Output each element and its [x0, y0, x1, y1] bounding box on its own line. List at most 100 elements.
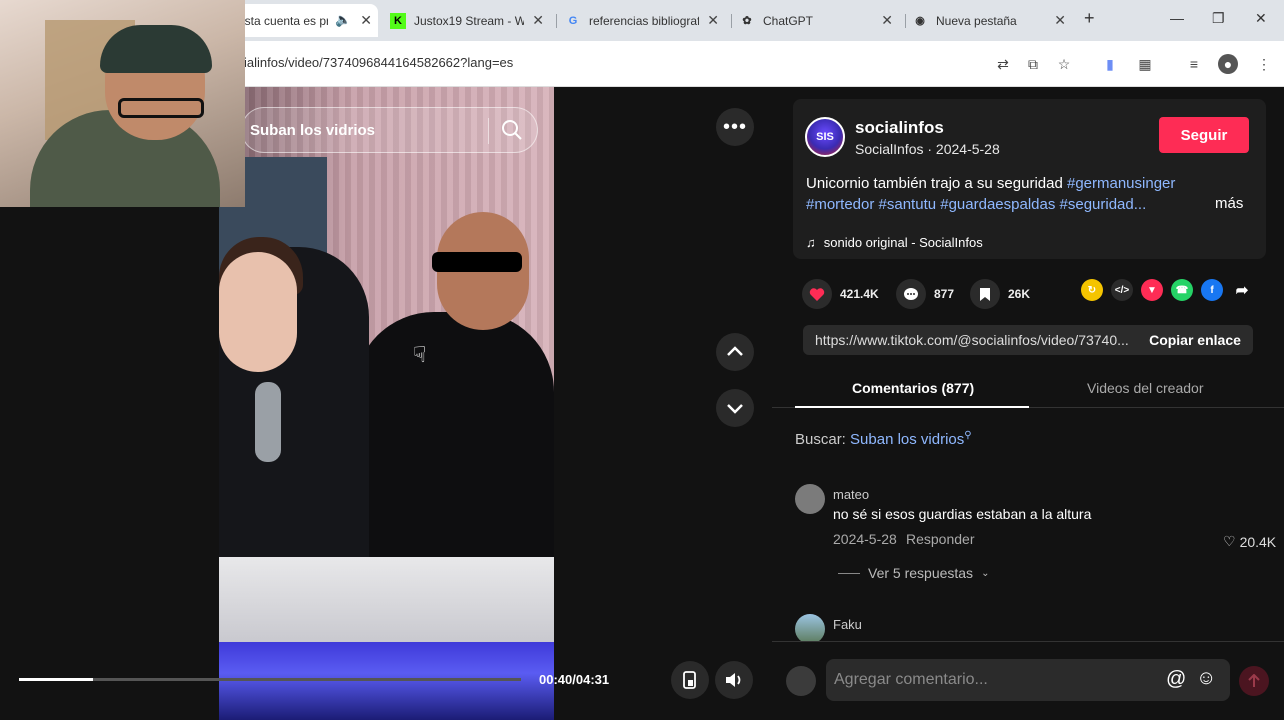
close-tab-icon[interactable]: ✕: [707, 12, 719, 29]
save-count: 26K: [1008, 287, 1031, 301]
my-avatar: [786, 666, 816, 696]
view-replies-label: Ver 5 respuestas: [868, 565, 974, 581]
comment-avatar[interactable]: [795, 484, 825, 514]
volume-icon: [726, 673, 741, 687]
volume-button[interactable]: [715, 661, 753, 699]
follow-button[interactable]: Seguir: [1159, 117, 1249, 153]
like-stat[interactable]: 421.4K: [802, 279, 879, 309]
next-video-button[interactable]: [716, 389, 754, 427]
video-player[interactable]: Suban los vidrios: [219, 87, 554, 720]
video-progress-bar[interactable]: [19, 678, 521, 681]
speaker-icon[interactable]: 🔈: [335, 12, 351, 28]
panel-tabs: Comentarios (877) Videos del creador: [772, 372, 1284, 408]
tab-title: Justox19 Stream - Wa: [414, 13, 524, 28]
cast-icon[interactable]: ⧉: [1023, 54, 1043, 74]
share-link-box: https://www.tiktok.com/@socialinfos/vide…: [803, 325, 1253, 355]
previous-video-button[interactable]: [716, 333, 754, 371]
send-friends-icon[interactable]: ▼: [1141, 279, 1163, 301]
bookmark-star-icon[interactable]: ☆: [1054, 54, 1074, 74]
like-count: 421.4K: [840, 287, 879, 301]
more-button[interactable]: más: [1215, 195, 1243, 212]
extensions-icon[interactable]: ▦: [1135, 54, 1155, 74]
menu-dots-icon[interactable]: ⋮: [1254, 54, 1274, 74]
hashtag-links[interactable]: #mortedor #santutu #guardaespaldas #segu…: [806, 196, 1146, 213]
tab-title: esta cuenta es pr: [238, 13, 328, 28]
hand-cursor-icon: ☟: [413, 342, 427, 367]
comment-author[interactable]: Faku: [833, 617, 862, 632]
mention-icon[interactable]: @: [1166, 668, 1186, 691]
tab-creator-videos[interactable]: Videos del creador: [1087, 380, 1203, 396]
active-tab-indicator: [795, 406, 1029, 408]
tab-chatgpt[interactable]: ✿ ChatGPT ✕: [739, 4, 899, 37]
profile-icon[interactable]: ●: [1218, 54, 1238, 74]
tab-tiktok[interactable]: esta cuenta es pr 🔈 ✕: [238, 4, 378, 37]
arrow-up-icon: [1248, 674, 1260, 687]
view-replies-button[interactable]: Ver 5 respuestas ⌄: [838, 565, 989, 581]
bookmark-icon[interactable]: [970, 279, 1000, 309]
post-description: Unicornio también trajo a su seguridad #…: [806, 173, 1206, 215]
post-info-card: SIS socialinfos SocialInfos · 2024-5-28 …: [793, 99, 1266, 259]
video-search-box[interactable]: Suban los vidrios: [241, 107, 538, 153]
tab-new[interactable]: ◉ Nueva pestaña ✕: [912, 4, 1072, 37]
comment-icon[interactable]: [896, 279, 926, 309]
close-tab-icon[interactable]: ✕: [1054, 12, 1066, 29]
comment-input[interactable]: Agregar comentario... @ ☺: [826, 659, 1230, 701]
restore-button[interactable]: ❐: [1212, 10, 1225, 27]
music-note-icon: ♫: [806, 235, 816, 250]
comment-stat[interactable]: 877: [896, 279, 954, 309]
new-tab-button[interactable]: +: [1084, 8, 1095, 29]
copy-link-button[interactable]: Copiar enlace: [1137, 325, 1253, 355]
comment-count: 877: [934, 287, 955, 301]
emoji-icon[interactable]: ☺: [1196, 667, 1216, 690]
tab-kick[interactable]: K Justox19 Stream - Wa ✕: [390, 4, 550, 37]
creator-avatar[interactable]: SIS: [805, 117, 845, 157]
heart-outline-icon: ♡: [1223, 533, 1236, 549]
hashtag-link[interactable]: #germanusinger: [1067, 175, 1175, 192]
pip-button[interactable]: [671, 661, 709, 699]
share-link-text[interactable]: https://www.tiktok.com/@socialinfos/vide…: [815, 332, 1135, 348]
reply-button[interactable]: Responder: [906, 531, 975, 547]
heart-icon[interactable]: [802, 279, 832, 309]
close-tab-icon[interactable]: ✕: [881, 12, 893, 29]
comment-avatar[interactable]: [795, 614, 825, 644]
google-icon: G: [568, 14, 578, 27]
video-timecode: 00:40/04:31: [539, 672, 610, 687]
music-link[interactable]: ♫ sonido original - SocialInfos: [806, 235, 983, 250]
close-tab-icon[interactable]: ✕: [360, 12, 372, 29]
minimize-button[interactable]: —: [1170, 10, 1184, 26]
send-comment-button[interactable]: [1239, 666, 1269, 696]
comment-text: no sé si esos guardias estaban a la altu…: [833, 506, 1092, 522]
chevron-down-icon: ⌄: [981, 567, 990, 579]
creator-username[interactable]: socialinfos: [855, 118, 944, 138]
document-icon[interactable]: ▮: [1100, 54, 1120, 74]
media-controls-icon[interactable]: ≡: [1184, 54, 1204, 74]
search-query[interactable]: Suban los vidrios: [850, 431, 964, 448]
search-prefix: Buscar:: [795, 431, 851, 448]
comment-search-suggestion[interactable]: Buscar: Suban los vidrios⚲: [795, 430, 972, 448]
more-options-button[interactable]: •••: [716, 108, 754, 146]
repost-icon[interactable]: ↻: [1081, 279, 1103, 301]
kick-icon: K: [390, 12, 406, 29]
comment-author[interactable]: mateo: [833, 487, 869, 502]
save-stat[interactable]: 26K: [970, 279, 1030, 309]
video-search-text: Suban los vidrios: [250, 122, 376, 139]
tab-google[interactable]: G referencias bibliograf ✕: [565, 4, 725, 37]
comment-date: 2024-5-28: [833, 531, 897, 547]
tab-title: Nueva pestaña: [936, 13, 1017, 28]
comment-like[interactable]: ♡ 20.4K: [1223, 533, 1276, 550]
close-tab-icon[interactable]: ✕: [532, 12, 544, 29]
comment-bar: Agregar comentario... @ ☺: [772, 641, 1284, 720]
whatsapp-icon[interactable]: ☎: [1171, 279, 1193, 301]
facebook-icon[interactable]: f: [1201, 279, 1223, 301]
tab-comments[interactable]: Comentarios (877): [852, 380, 974, 396]
embed-icon[interactable]: </>: [1111, 279, 1133, 301]
webcam-overlay: [0, 0, 245, 207]
url-field[interactable]: ialinfos/video/7374096844164582662?lang=…: [244, 55, 513, 70]
share-arrow-icon[interactable]: ➦: [1231, 279, 1253, 301]
search-mini-icon: ⚲: [964, 430, 972, 441]
tab-title: ChatGPT: [763, 13, 814, 28]
close-window-button[interactable]: ✕: [1255, 10, 1267, 27]
search-icon[interactable]: [501, 119, 523, 141]
translate-icon[interactable]: ⇄: [993, 54, 1013, 74]
comment-placeholder: Agregar comentario...: [834, 671, 988, 688]
